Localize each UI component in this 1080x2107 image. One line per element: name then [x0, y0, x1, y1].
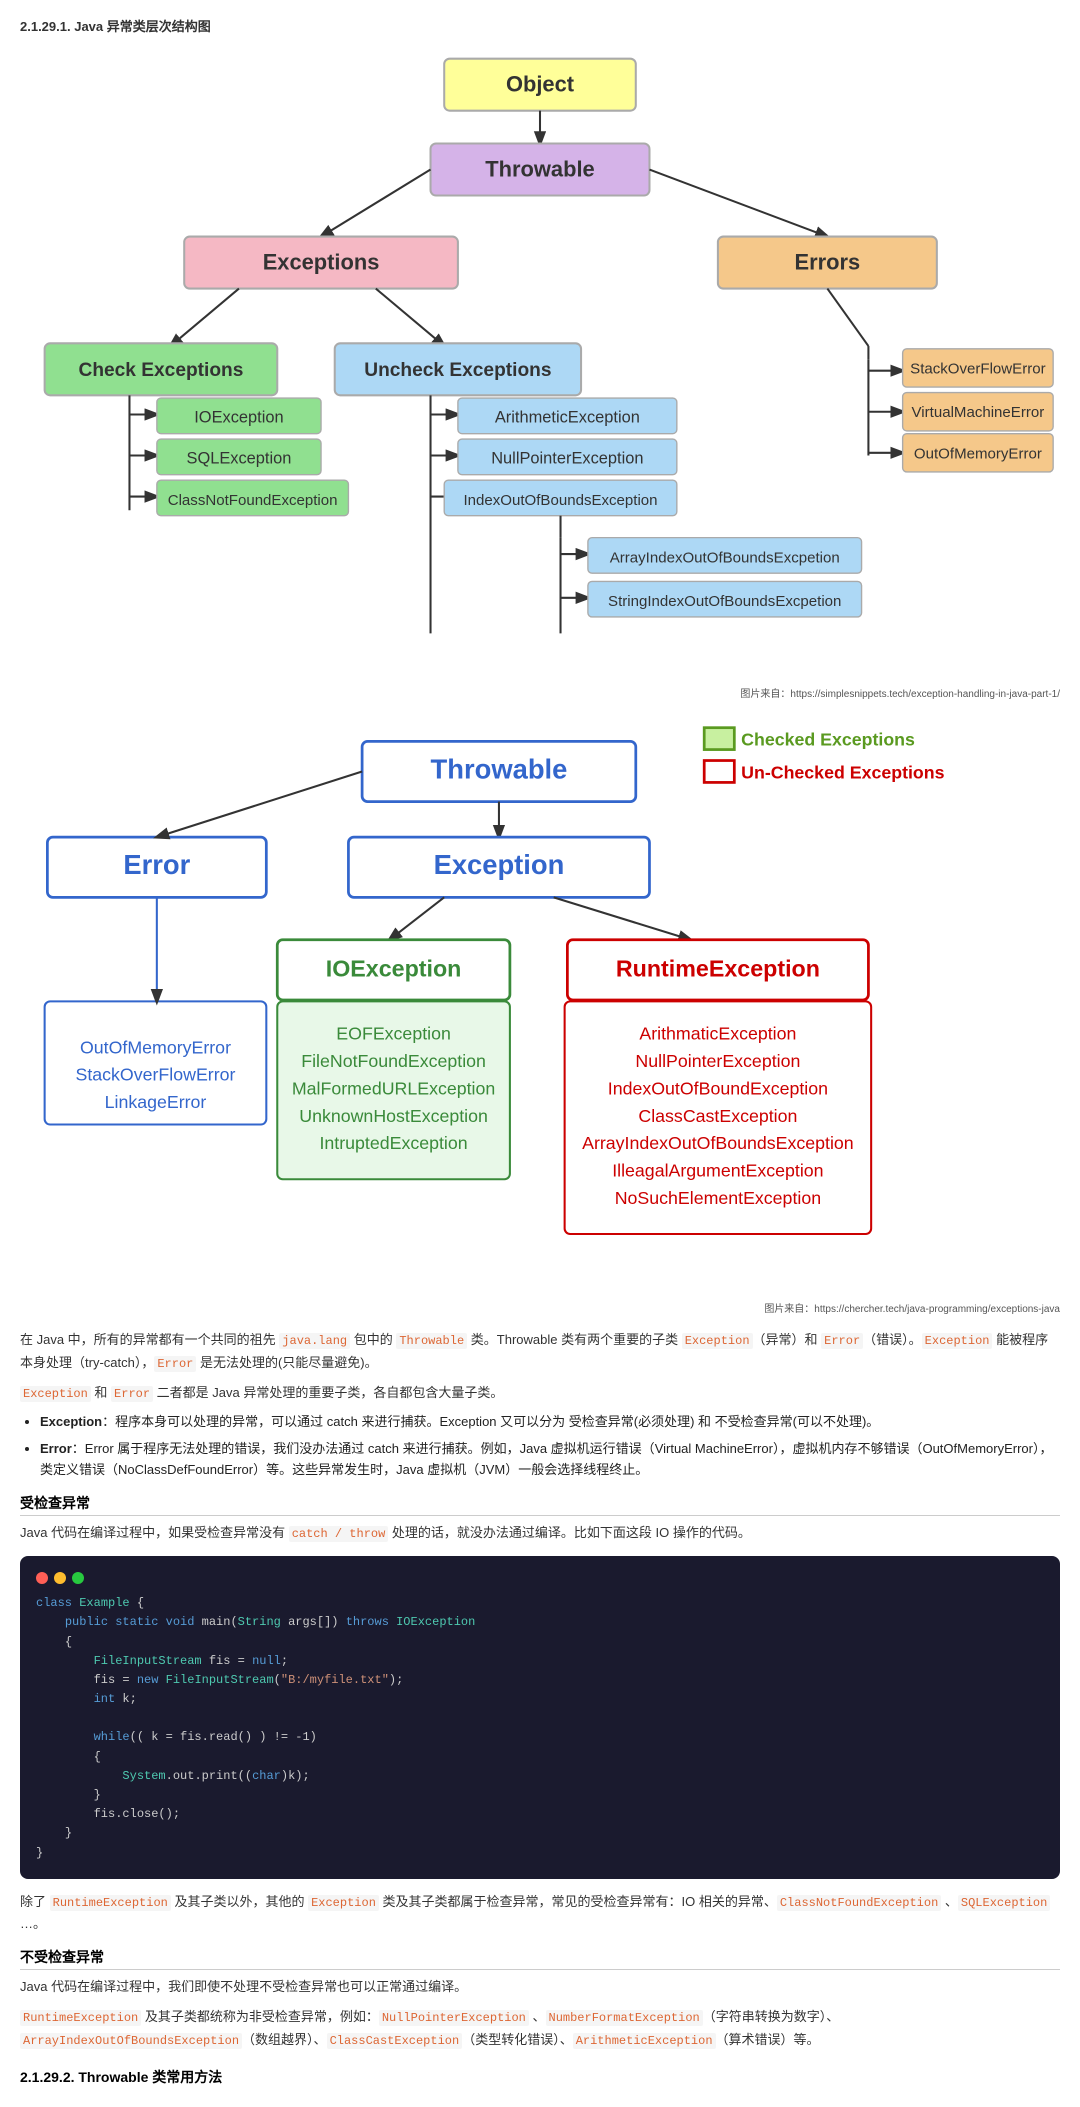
- inline-catch-throw: catch / throw: [289, 1526, 389, 1542]
- inline-catch2: catch: [368, 1441, 399, 1456]
- svg-text:Object: Object: [506, 72, 575, 97]
- svg-text:ClassNotFoundException: ClassNotFoundException: [168, 492, 338, 509]
- bullet-item-1: Exception：程序本身可以处理的异常，可以通过 catch 来进行捕获。E…: [40, 1412, 1060, 1433]
- svg-text:StackOverFlowError: StackOverFlowError: [910, 360, 1045, 377]
- svg-text:Check Exceptions: Check Exceptions: [79, 360, 244, 381]
- svg-text:VirtualMachineError: VirtualMachineError: [912, 404, 1045, 421]
- svg-text:IOException: IOException: [194, 409, 283, 427]
- inline-aioobe: ArrayIndexOutOfBoundsException: [20, 2033, 242, 2049]
- svg-text:Un-Checked Exceptions: Un-Checked Exceptions: [741, 763, 944, 783]
- svg-text:FileNotFoundException: FileNotFoundException: [301, 1052, 486, 1072]
- para5: Java 代码在编译过程中，我们即使不处理不受检查异常也可以正常通过编译。: [20, 1976, 1060, 1998]
- svg-text:Throwable: Throwable: [485, 156, 594, 181]
- source2-text: 图片来自：https://chercher.tech/java-programm…: [20, 1300, 1060, 1315]
- para1: 在 Java 中，所有的异常都有一个共同的祖先 java.lang 包中的 Th…: [20, 1329, 1060, 1374]
- source1-text: 图片来自：https://simplesnippets.tech/excepti…: [20, 685, 1060, 700]
- dot-green: [72, 1572, 84, 1584]
- svg-text:Errors: Errors: [795, 249, 861, 274]
- svg-text:IndexOutOfBoundsException: IndexOutOfBoundsException: [463, 492, 657, 509]
- svg-text:NullPointerException: NullPointerException: [635, 1052, 800, 1072]
- inline-ncdfe: NoClassDefFoundError: [118, 1462, 253, 1477]
- page-container: 2.1.29.1. Java 异常类层次结构图 Object Throwable…: [0, 0, 1080, 2107]
- inline-rte2: RuntimeException: [20, 2010, 141, 2026]
- inline-cce: ClassCastException: [327, 2033, 463, 2049]
- svg-text:LinkageError: LinkageError: [105, 1093, 207, 1113]
- inline-throwable: Throwable: [396, 1333, 467, 1349]
- svg-text:Uncheck Exceptions: Uncheck Exceptions: [364, 360, 551, 381]
- svg-text:StringIndexOutOfBoundsExcpetio: StringIndexOutOfBoundsExcpetion: [608, 593, 841, 610]
- svg-text:IlleagalArgumentException: IlleagalArgumentException: [612, 1161, 823, 1181]
- inline-java-lang: java.lang: [279, 1333, 350, 1349]
- inline-oome: OutOfMemoryError: [922, 1441, 1033, 1456]
- svg-text:SQLException: SQLException: [187, 450, 292, 468]
- svg-text:EOFException: EOFException: [336, 1024, 451, 1044]
- svg-text:IntruptedException: IntruptedException: [320, 1134, 468, 1154]
- diagram1: Object Throwable Exceptions Errors: [20, 45, 1060, 677]
- inline-sqle: SQLException: [958, 1895, 1050, 1911]
- svg-text:UnknownHostException: UnknownHostException: [299, 1106, 488, 1126]
- section4-heading: 2.1.29.2. Throwable 类常用方法: [20, 2067, 1060, 2087]
- para3: Java 代码在编译过程中，如果受检查异常没有 catch / throw 处理…: [20, 1522, 1060, 1544]
- svg-text:Exception: Exception: [434, 850, 565, 881]
- svg-text:ArithmeticException: ArithmeticException: [495, 409, 640, 427]
- section3-heading: 不受检查异常: [20, 1947, 1060, 1970]
- diagram2-svg: Checked Exceptions Un-Checked Exceptions…: [20, 714, 1060, 1289]
- code-content: class Example { public static void main(…: [36, 1594, 1044, 1863]
- inline-cnfe: ClassNotFoundException: [777, 1895, 941, 1911]
- svg-text:MalFormedURLException: MalFormedURLException: [292, 1079, 495, 1099]
- code-block-1: class Example { public static void main(…: [20, 1556, 1060, 1879]
- dot-red: [36, 1572, 48, 1584]
- svg-text:Throwable: Throwable: [431, 754, 568, 785]
- svg-text:IndexOutOfBoundException: IndexOutOfBoundException: [608, 1079, 828, 1099]
- svg-text:OutOfMemoryError: OutOfMemoryError: [80, 1038, 231, 1058]
- svg-text:IOException: IOException: [326, 956, 462, 982]
- dot-yellow: [54, 1572, 66, 1584]
- inline-catch: catch: [327, 1414, 358, 1429]
- inline-err: Error: [111, 1386, 153, 1402]
- inline-error: Error: [821, 1333, 863, 1349]
- inline-nfe: NumberFormatException: [546, 2010, 703, 2026]
- para2: Exception 和 Error 二者都是 Java 异常处理的重要子类，各自…: [20, 1382, 1060, 1404]
- inline-exception: Exception: [682, 1333, 753, 1349]
- svg-text:ArithmaticException: ArithmaticException: [639, 1024, 796, 1044]
- section2-heading: 受检查异常: [20, 1493, 1060, 1516]
- svg-text:ClassCastException: ClassCastException: [638, 1106, 797, 1126]
- inline-exception2: Exception: [922, 1333, 993, 1349]
- inline-ex: Exception: [20, 1386, 91, 1402]
- svg-text:NullPointerException: NullPointerException: [491, 450, 643, 468]
- diagram2: Checked Exceptions Un-Checked Exceptions…: [20, 714, 1060, 1292]
- inline-rte: RuntimeException: [50, 1895, 171, 1911]
- svg-text:OutOfMemoryError: OutOfMemoryError: [914, 445, 1042, 462]
- inline-error2: Error: [154, 1356, 196, 1372]
- svg-text:StackOverFlowError: StackOverFlowError: [76, 1065, 236, 1085]
- section1-title: 2.1.29.1. Java 异常类层次结构图: [20, 16, 1060, 35]
- svg-text:NoSuchElementException: NoSuchElementException: [615, 1188, 821, 1208]
- bullet-item-2: Error：Error 属于程序无法处理的错误，我们没办法通过 catch 来进…: [40, 1439, 1060, 1481]
- inline-vme: Virtual MachineError: [655, 1441, 773, 1456]
- inline-ex2: Exception: [308, 1895, 379, 1911]
- para6: RuntimeException 及其子类都统称为非受检查异常，例如：NullP…: [20, 2006, 1060, 2051]
- para4: 除了 RuntimeException 及其子类以外，其他的 Exception…: [20, 1891, 1060, 1935]
- svg-text:Checked Exceptions: Checked Exceptions: [741, 730, 915, 750]
- svg-text:ArrayIndexOutOfBoundsExcpetion: ArrayIndexOutOfBoundsExcpetion: [610, 549, 840, 566]
- svg-text:RuntimeException: RuntimeException: [616, 956, 820, 982]
- diagram1-svg: Object Throwable Exceptions Errors: [20, 45, 1060, 674]
- svg-text:ArrayIndexOutOfBoundsException: ArrayIndexOutOfBoundsException: [582, 1134, 854, 1154]
- inline-ae: ArithmeticException: [573, 2033, 716, 2049]
- bullet-list: Exception：程序本身可以处理的异常，可以通过 catch 来进行捕获。E…: [40, 1412, 1060, 1480]
- window-dots: [36, 1572, 1044, 1584]
- svg-text:Exceptions: Exceptions: [263, 249, 380, 274]
- inline-npe: NullPointerException: [379, 2010, 529, 2026]
- svg-text:Error: Error: [123, 850, 190, 881]
